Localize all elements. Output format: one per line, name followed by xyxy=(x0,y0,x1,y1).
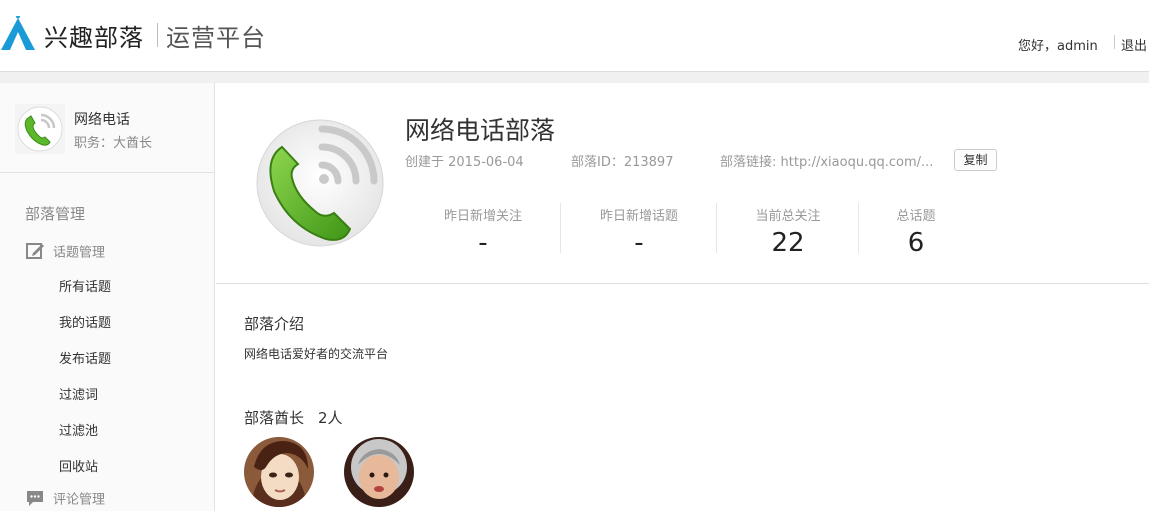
platform-title: 运营平台 xyxy=(166,24,266,52)
chiefs-count: 2人 xyxy=(318,409,343,427)
chief-avatar[interactable] xyxy=(244,437,314,507)
tribe-name: 网络电话部落 xyxy=(405,116,556,145)
nav-item-publish-topic[interactable]: 发布话题 xyxy=(59,348,111,367)
nav-item-filter-words[interactable]: 过滤词 xyxy=(59,384,98,403)
stat-divider xyxy=(858,203,859,253)
top-header: 兴趣部落 运营平台 您好，admin 退出 xyxy=(0,0,1149,72)
user-greeting: 您好，admin xyxy=(1018,39,1098,54)
brand-title[interactable]: 兴趣部落 xyxy=(44,18,144,53)
phone-avatar-icon xyxy=(15,104,65,154)
nav-item-all-topics[interactable]: 所有话题 xyxy=(59,276,111,295)
tribe-link-label: 部落链接: xyxy=(720,155,777,170)
stat-new-topics: 昨日新增话题 - xyxy=(579,205,699,258)
user-divider xyxy=(1114,35,1115,49)
intro-text: 网络电话爱好者的交流平台 xyxy=(244,347,389,361)
profile-role: 职务：大酋长 xyxy=(74,136,153,151)
edit-icon xyxy=(26,243,44,259)
group-comment-manage[interactable]: 评论管理 xyxy=(25,488,105,508)
stat-total-followers: 当前总关注 22 xyxy=(738,205,838,258)
stat-new-followers: 昨日新增关注 - xyxy=(423,205,543,258)
brand-divider xyxy=(157,23,158,47)
section-title-tribe-manage: 部落管理 xyxy=(25,205,86,223)
logout-link[interactable]: 退出 xyxy=(1121,35,1147,54)
chiefs-title: 部落酋长 2人 xyxy=(244,407,343,428)
group-label: 话题管理 xyxy=(53,245,106,261)
stat-value: 22 xyxy=(771,228,805,258)
tribe-link: 部落链接: http://xiaoqu.qq.com/... xyxy=(720,151,933,170)
group-label: 评论管理 xyxy=(53,492,106,508)
stat-divider xyxy=(716,203,717,253)
profile-name: 网络电话 xyxy=(74,112,130,128)
chief-avatar-image xyxy=(244,437,314,507)
main-content: 网络电话部落 创建于 2015-06-04 部落ID：213897 部落链接: … xyxy=(216,83,1149,511)
section-divider xyxy=(216,283,1149,284)
chief-avatar[interactable] xyxy=(344,437,414,507)
stat-label: 当前总关注 xyxy=(755,209,821,224)
stat-divider xyxy=(560,203,561,253)
stat-label: 昨日新增话题 xyxy=(599,209,678,224)
tribe-id: 部落ID：213897 xyxy=(571,155,674,170)
chiefs-label: 部落酋长 xyxy=(244,409,305,427)
intro-title: 部落介绍 xyxy=(244,315,305,333)
group-topic-manage[interactable]: 话题管理 xyxy=(25,241,105,261)
tribe-phone-logo xyxy=(256,119,384,247)
nav-item-my-topics[interactable]: 我的话题 xyxy=(59,312,111,331)
stat-value: 6 xyxy=(907,228,925,258)
tribe-link-value[interactable]: http://xiaoqu.qq.com/... xyxy=(781,155,934,170)
created-date: 创建于 2015-06-04 xyxy=(405,155,524,170)
profile-card: 网络电话 职务：大酋长 xyxy=(0,83,214,173)
stat-total-topics: 总话题 6 xyxy=(876,205,956,258)
chief-avatar-image xyxy=(344,437,414,507)
stat-value: - xyxy=(478,228,488,258)
nav-item-filter-pool[interactable]: 过滤池 xyxy=(59,420,98,439)
stat-label: 昨日新增关注 xyxy=(443,209,522,224)
comment-icon xyxy=(27,491,43,506)
header-shadow-strip xyxy=(0,73,1149,83)
sidebar: 网络电话 职务：大酋长 部落管理 话题管理 所有话题 我的话题 发布话题 过滤词… xyxy=(0,83,215,511)
tent-icon[interactable] xyxy=(0,16,36,52)
nav-item-recycle-bin[interactable]: 回收站 xyxy=(59,456,98,475)
stat-label: 总话题 xyxy=(896,209,936,224)
stat-value: - xyxy=(634,228,644,258)
copy-link-button[interactable]: 复制 xyxy=(954,149,997,171)
